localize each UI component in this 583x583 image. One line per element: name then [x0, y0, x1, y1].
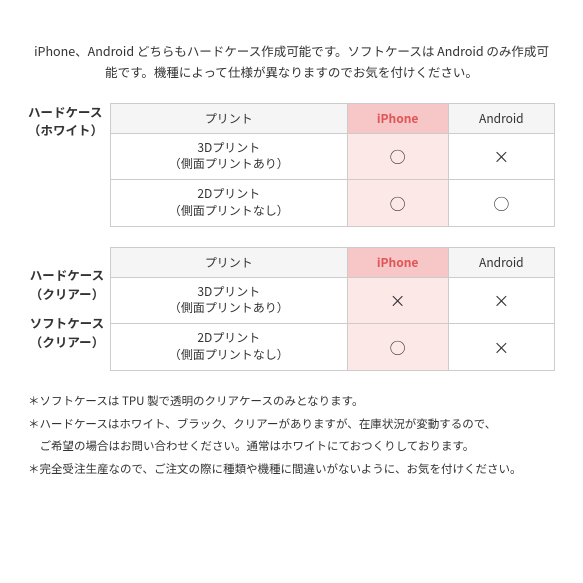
table2-label1: ハードケース（クリアー）: [28, 266, 106, 304]
subtitle-text: iPhone、Android どちらもハードケース作成可能です。ソフトケースは …: [28, 40, 555, 83]
note3: ＊完全受注生産なので、ご注文の際に種類や機種に間違いがないように、お気を付けくだ…: [28, 459, 555, 480]
table1-row2-print: 2Dプリント（側面プリントなし）: [111, 180, 348, 227]
table2-header-print: プリント: [111, 247, 348, 277]
table1-section-label: ハードケース（ホワイト）: [28, 103, 110, 227]
table2-row1: 3Dプリント（側面プリントあり） × ×: [111, 277, 555, 324]
table1-header-android: Android: [448, 103, 554, 133]
table1-inner: プリント iPhone Android 3Dプリント（側面プリントあり） ○ ×: [110, 103, 555, 227]
notes-section: ＊ソフトケースは TPU 製で透明のクリアケースのみとなります。 ＊ハードケース…: [28, 391, 555, 480]
table1-header-row: プリント iPhone Android: [111, 103, 555, 133]
table2-section: ハードケース（クリアー） ソフトケース（クリアー） プリント iPhone An…: [28, 247, 555, 371]
table2-row1-iphone: ×: [347, 277, 448, 324]
table1-header-print: プリント: [111, 103, 348, 133]
table1-row1: 3Dプリント（側面プリントあり） ○ ×: [111, 133, 555, 180]
table2-header-row: プリント iPhone Android: [111, 247, 555, 277]
table2-header-android: Android: [448, 247, 554, 277]
table2-section-labels: ハードケース（クリアー） ソフトケース（クリアー）: [28, 247, 110, 371]
table2-inner-container: プリント iPhone Android 3Dプリント（側面プリントあり） × ×: [110, 247, 555, 371]
table2-header-iphone: iPhone: [347, 247, 448, 277]
table1-header-iphone: iPhone: [347, 103, 448, 133]
table1-outer: ハードケース（ホワイト） プリント iPhone Android: [28, 103, 555, 227]
table1-row2-iphone: ○: [347, 180, 448, 227]
note2-cont: ご希望の場合はお問い合わせください。通常はホワイトにておつくりしております。: [28, 436, 555, 457]
table1-row1-print: 3Dプリント（側面プリントあり）: [111, 133, 348, 180]
table1-row2: 2Dプリント（側面プリントなし） ○ ○: [111, 180, 555, 227]
table1-row1-iphone: ○: [347, 133, 448, 180]
table2-row2-android: ×: [448, 324, 554, 371]
table2-row2-print: 2Dプリント（側面プリントなし）: [111, 324, 348, 371]
table2-row1-print: 3Dプリント（側面プリントあり）: [111, 277, 348, 324]
table2-row2-iphone: ○: [347, 324, 448, 371]
note2: ＊ハードケースはホワイト、ブラック、クリアーがありますが、在庫状況が変動するので…: [28, 414, 555, 435]
table2-row1-android: ×: [448, 277, 554, 324]
table2-inner: プリント iPhone Android 3Dプリント（側面プリントあり） × ×: [110, 247, 555, 371]
table1-inner-container: プリント iPhone Android 3Dプリント（側面プリントあり） ○ ×: [110, 103, 555, 227]
table2-outer: ハードケース（クリアー） ソフトケース（クリアー） プリント iPhone An…: [28, 247, 555, 371]
table2-row2: 2Dプリント（側面プリントなし） ○ ×: [111, 324, 555, 371]
table1-section: ハードケース（ホワイト） プリント iPhone Android: [28, 103, 555, 227]
note1: ＊ソフトケースは TPU 製で透明のクリアケースのみとなります。: [28, 391, 555, 412]
table1-row2-android: ○: [448, 180, 554, 227]
table1-row1-android: ×: [448, 133, 554, 180]
table2-label2: ソフトケース（クリアー）: [28, 314, 106, 352]
